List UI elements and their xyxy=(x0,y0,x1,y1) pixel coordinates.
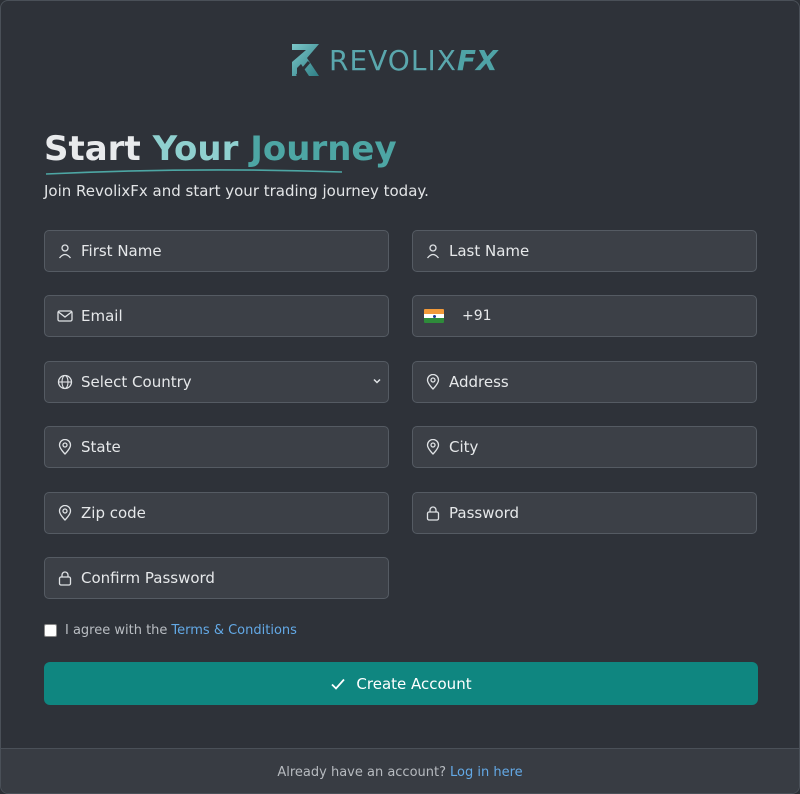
email-field[interactable] xyxy=(44,295,389,337)
country-select-value: Select Country xyxy=(81,373,192,391)
user-icon xyxy=(424,242,442,260)
address-input[interactable] xyxy=(449,373,709,391)
brand-logo: REVOLIXFX xyxy=(289,39,498,81)
phone-code: +91 xyxy=(462,308,492,324)
city-input[interactable] xyxy=(449,438,709,456)
zip-field[interactable] xyxy=(44,492,389,534)
zip-input[interactable] xyxy=(81,504,341,522)
check-icon xyxy=(331,678,346,690)
signup-card: REVOLIXFX Start Your Journey Join Revoli… xyxy=(0,0,800,794)
india-flag-icon[interactable] xyxy=(424,309,444,323)
revolix-logo-icon xyxy=(292,44,319,77)
login-link[interactable]: Log in here xyxy=(450,765,523,780)
first-name-input[interactable] xyxy=(81,242,341,260)
terms-row: I agree with the Terms & Conditions xyxy=(44,623,297,638)
terms-label: I agree with the xyxy=(65,623,168,638)
lock-icon xyxy=(424,504,442,522)
map-pin-icon xyxy=(56,504,74,522)
last-name-input[interactable] xyxy=(449,242,709,260)
phone-field[interactable]: +91 xyxy=(412,295,757,337)
login-footer: Already have an account? Log in here xyxy=(1,748,799,793)
password-input[interactable] xyxy=(449,504,709,522)
terms-link[interactable]: Terms & Conditions xyxy=(171,623,297,638)
first-name-field[interactable] xyxy=(44,230,389,272)
envelope-icon xyxy=(56,307,74,325)
lock-icon xyxy=(56,569,74,587)
user-icon xyxy=(56,242,74,260)
title-underline xyxy=(45,169,343,175)
password-field[interactable] xyxy=(412,492,757,534)
city-field[interactable] xyxy=(412,426,757,468)
map-pin-icon xyxy=(56,438,74,456)
chevron-down-icon xyxy=(373,378,381,384)
map-pin-icon xyxy=(424,438,442,456)
brand-name: REVOLIXFX xyxy=(329,43,498,77)
email-input[interactable] xyxy=(81,307,341,325)
confirm-password-field[interactable] xyxy=(44,557,389,599)
create-account-button[interactable]: Create Account xyxy=(44,662,758,705)
state-input[interactable] xyxy=(81,438,341,456)
country-select[interactable]: Select Country xyxy=(44,361,389,403)
globe-icon xyxy=(56,373,74,391)
page-subtitle: Join RevolixFx and start your trading jo… xyxy=(44,182,429,200)
login-prompt: Already have an account? xyxy=(277,765,447,780)
address-field[interactable] xyxy=(412,361,757,403)
last-name-field[interactable] xyxy=(412,230,757,272)
confirm-password-input[interactable] xyxy=(81,569,341,587)
map-pin-icon xyxy=(424,373,442,391)
create-account-label: Create Account xyxy=(356,674,472,693)
terms-checkbox[interactable] xyxy=(44,624,57,637)
state-field[interactable] xyxy=(44,426,389,468)
